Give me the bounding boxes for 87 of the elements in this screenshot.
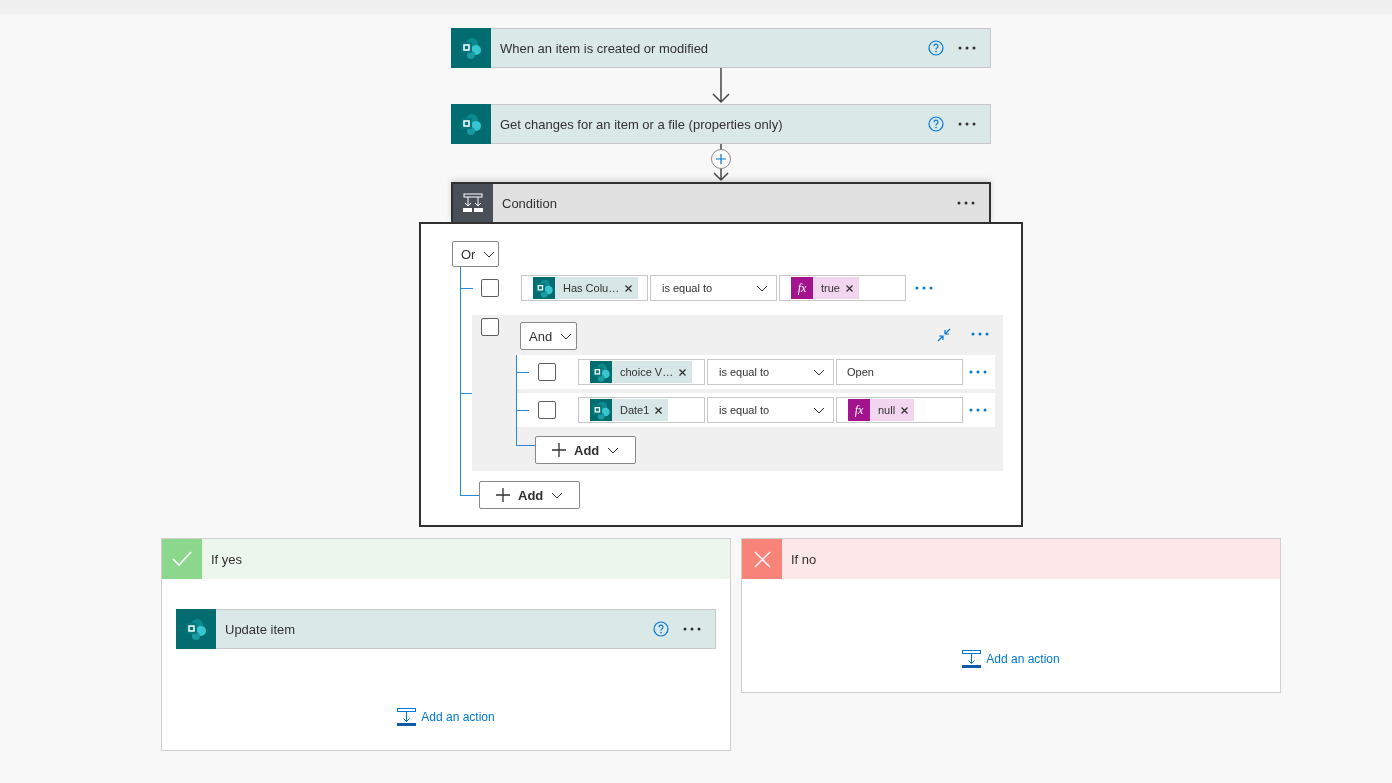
chevron-down-icon bbox=[756, 284, 768, 292]
dynamic-token[interactable]: fx true bbox=[791, 277, 859, 299]
more-icon bbox=[958, 122, 976, 126]
more-button[interactable] bbox=[915, 286, 933, 290]
close-icon[interactable] bbox=[845, 284, 853, 292]
more-icon bbox=[958, 46, 976, 50]
help-button[interactable] bbox=[928, 40, 944, 56]
close-icon[interactable] bbox=[901, 406, 909, 414]
more-icon bbox=[971, 332, 989, 336]
action-title: When an item is created or modified bbox=[500, 40, 710, 56]
cross-icon bbox=[753, 550, 771, 568]
group-checkbox[interactable] bbox=[481, 318, 499, 336]
action-title: Update item bbox=[225, 621, 297, 637]
fx-label: fx bbox=[854, 402, 864, 418]
help-button[interactable] bbox=[928, 116, 944, 132]
and-or-dropdown[interactable]: Or bbox=[452, 241, 499, 267]
operator-dropdown[interactable]: is equal to bbox=[707, 359, 834, 385]
sharepoint-icon bbox=[590, 361, 612, 383]
plus-icon bbox=[716, 154, 726, 164]
arrow-connector bbox=[712, 68, 730, 104]
help-icon bbox=[653, 621, 669, 637]
close-icon[interactable] bbox=[679, 368, 687, 376]
add-button[interactable]: Add bbox=[479, 481, 581, 509]
more-button[interactable] bbox=[958, 122, 976, 126]
chevron-down-icon bbox=[551, 491, 564, 499]
field-input[interactable]: Date1 bbox=[578, 397, 705, 423]
collapse-button[interactable] bbox=[937, 328, 951, 342]
add-button[interactable]: Add bbox=[535, 436, 637, 464]
add-action-link[interactable]: Add an action bbox=[962, 650, 1060, 668]
more-icon bbox=[683, 627, 701, 631]
help-icon bbox=[928, 40, 944, 56]
more-button[interactable] bbox=[958, 46, 976, 50]
fx-label: fx bbox=[797, 280, 807, 296]
more-button[interactable] bbox=[683, 627, 701, 631]
close-icon[interactable] bbox=[655, 406, 663, 414]
sharepoint-icon bbox=[533, 277, 555, 299]
chevron-down-icon bbox=[813, 406, 825, 414]
more-button[interactable] bbox=[957, 201, 975, 205]
row-checkbox[interactable] bbox=[538, 363, 556, 381]
add-action-icon bbox=[962, 650, 982, 668]
row-checkbox[interactable] bbox=[538, 401, 556, 419]
action-card[interactable]: Update item bbox=[176, 609, 716, 649]
branch-title: If yes bbox=[211, 551, 243, 567]
field-input[interactable]: Has Colu… bbox=[521, 275, 648, 301]
dynamic-token[interactable]: Has Colu… bbox=[533, 277, 639, 299]
plus-icon bbox=[496, 488, 510, 502]
more-icon bbox=[915, 286, 933, 290]
collapse-icon bbox=[937, 328, 951, 342]
chevron-down-icon bbox=[607, 446, 620, 454]
help-button[interactable] bbox=[653, 621, 669, 637]
add-action-link[interactable]: Add an action bbox=[397, 708, 495, 726]
chevron-down-icon bbox=[483, 250, 496, 258]
and-or-dropdown[interactable]: And bbox=[520, 322, 577, 350]
more-icon bbox=[969, 408, 987, 412]
value-input[interactable]: fx null bbox=[836, 397, 963, 423]
more-icon bbox=[969, 370, 987, 374]
close-icon[interactable] bbox=[625, 284, 633, 292]
dynamic-token[interactable]: choice V… bbox=[590, 361, 693, 383]
condition-header[interactable]: Condition bbox=[451, 182, 991, 222]
field-input[interactable]: choice V… bbox=[578, 359, 705, 385]
more-icon bbox=[957, 201, 975, 205]
chevron-down-icon bbox=[813, 368, 825, 376]
action-card[interactable]: Get changes for an item or a file (properties only) bbox=[451, 104, 991, 144]
sharepoint-icon bbox=[459, 36, 483, 60]
add-action-icon bbox=[397, 708, 417, 726]
sharepoint-icon bbox=[590, 399, 612, 421]
action-card[interactable]: When an item is created or modified bbox=[451, 28, 991, 68]
dynamic-token[interactable]: fx null bbox=[848, 399, 915, 421]
plus-icon bbox=[552, 443, 566, 457]
dynamic-token[interactable]: Date1 bbox=[590, 399, 669, 421]
condition-icon bbox=[462, 193, 484, 213]
condition-title: Condition bbox=[502, 195, 558, 211]
help-icon bbox=[928, 116, 944, 132]
operator-dropdown[interactable]: is equal to bbox=[650, 275, 777, 301]
check-icon bbox=[172, 551, 192, 567]
more-button[interactable] bbox=[969, 408, 987, 412]
chevron-down-icon bbox=[560, 332, 573, 340]
action-title: Get changes for an item or a file (properties only) bbox=[500, 116, 784, 132]
value-input[interactable]: fx true bbox=[779, 275, 906, 301]
sharepoint-icon bbox=[459, 112, 483, 136]
operator-dropdown[interactable]: is equal to bbox=[707, 397, 834, 423]
branch-title: If no bbox=[791, 551, 817, 567]
sharepoint-icon bbox=[184, 617, 208, 641]
more-button[interactable] bbox=[969, 370, 987, 374]
row-checkbox[interactable] bbox=[481, 279, 499, 297]
insert-step-button[interactable] bbox=[711, 149, 731, 169]
value-input[interactable]: Open bbox=[836, 359, 963, 385]
